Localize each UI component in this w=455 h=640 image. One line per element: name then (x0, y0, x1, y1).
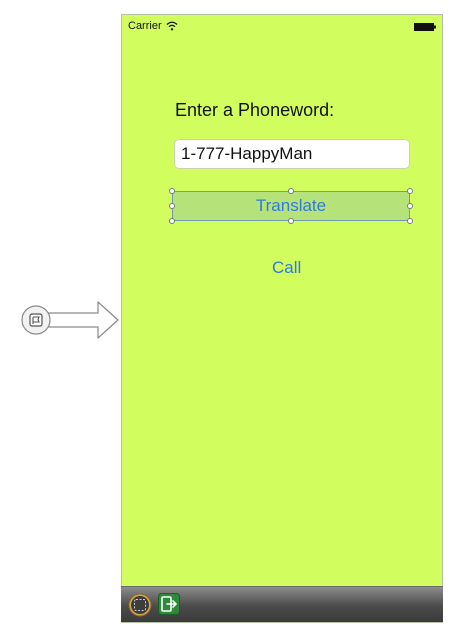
resize-handle-bottom-right[interactable] (407, 218, 413, 224)
phoneword-text-field[interactable] (174, 139, 410, 169)
view-controller-icon[interactable] (128, 593, 152, 617)
resize-handle-middle-left[interactable] (169, 203, 175, 209)
storyboard-entry-arrow[interactable] (18, 296, 122, 344)
phoneword-label: Enter a Phoneword: (175, 100, 335, 120)
carrier-indicator: Carrier (128, 20, 178, 32)
exit-icon[interactable] (158, 593, 180, 615)
translate-button[interactable]: Translate (172, 191, 410, 221)
wifi-icon (166, 21, 178, 31)
translate-button-selection: Translate (169, 188, 413, 224)
resize-handle-bottom-left[interactable] (169, 218, 175, 224)
status-bar: Carrier (122, 15, 442, 35)
carrier-label: Carrier (128, 20, 162, 32)
scene-dock (121, 586, 443, 622)
resize-handle-top-center[interactable] (288, 188, 294, 194)
call-button[interactable]: Call (272, 258, 301, 278)
resize-handle-bottom-center[interactable] (288, 218, 294, 224)
battery-icon (414, 23, 436, 31)
view-controller-scene: Carrier Enter a Phoneword: Translate (121, 14, 443, 623)
resize-handle-middle-right[interactable] (407, 203, 413, 209)
resize-handle-top-left[interactable] (169, 188, 175, 194)
resize-handle-top-right[interactable] (407, 188, 413, 194)
storyboard-canvas: Carrier Enter a Phoneword: Translate (0, 0, 455, 640)
storyboard-entry-point-icon (29, 313, 43, 327)
